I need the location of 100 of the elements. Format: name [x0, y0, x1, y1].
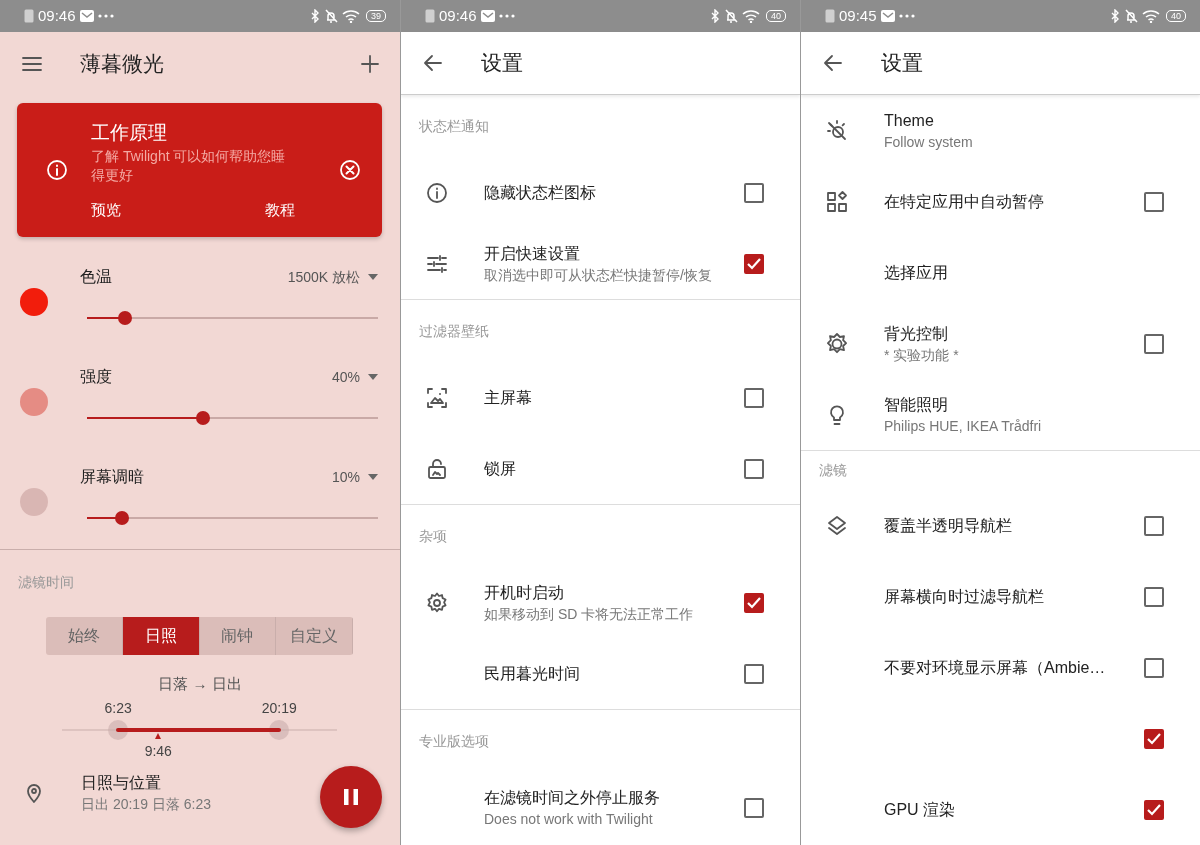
wifi-icon: [742, 9, 760, 23]
close-icon[interactable]: [338, 158, 362, 182]
checkbox[interactable]: [744, 253, 764, 274]
info-icon: [425, 181, 449, 206]
section-header: 杂项: [418, 526, 448, 546]
setting-description: Philips HUE, IKEA Trådfri: [884, 416, 1043, 436]
picture-frame-icon: [425, 386, 449, 411]
mail-icon: [880, 10, 895, 22]
setting-title: 主屏幕: [484, 387, 533, 408]
slider-thumb[interactable]: [114, 511, 129, 525]
mode-tab[interactable]: 闹钟: [199, 617, 277, 655]
value-dropdown[interactable]: 10%: [331, 466, 378, 488]
end-time: 20:19: [261, 698, 297, 718]
setting-title: 背光控制: [884, 323, 949, 344]
checkbox[interactable]: [744, 458, 764, 479]
battery-level: 40: [1166, 10, 1186, 22]
muted-bell-icon: [724, 9, 738, 23]
mode-tab[interactable]: 自定义: [276, 617, 353, 655]
caret-icon: [368, 374, 378, 380]
value-dropdown[interactable]: 40%: [331, 366, 378, 388]
setting-title: GPU 渲染: [884, 799, 957, 820]
slider-label: 强度: [80, 367, 112, 387]
setting-title: 不要对环境显示屏幕（Ambie…: [884, 657, 1107, 678]
caret-icon: [368, 274, 378, 280]
card-description: 了解 Twilight 可以如何帮助您睡得更好: [91, 147, 287, 185]
pause-icon: [344, 789, 358, 805]
slider-thumb[interactable]: [117, 311, 132, 325]
screen-title: 设置: [881, 50, 923, 77]
setting-description: 取消选中即可从状态栏快捷暂停/恢复: [484, 265, 713, 285]
location-subtitle: 日出 20:19 日落 6:23: [81, 794, 211, 814]
battery-level: 39: [366, 10, 386, 22]
card-title: 工作原理: [91, 120, 168, 145]
sim-card-icon: [425, 9, 435, 23]
setting-title: 锁屏: [484, 458, 517, 479]
mode-tab[interactable]: 始终: [46, 617, 123, 655]
caret-icon: [368, 474, 378, 480]
muted-bell-icon: [324, 9, 338, 23]
setting-title: 在特定应用中自动暂停: [884, 191, 1045, 212]
more-dots-icon: [97, 14, 114, 18]
dropdown-value: 40%: [331, 367, 360, 387]
setting-title: 民用暮光时间: [484, 663, 581, 684]
mode-tab[interactable]: 日照: [122, 617, 200, 655]
more-dots-icon: [898, 14, 915, 18]
checkbox[interactable]: [1144, 728, 1164, 749]
mail-icon: [480, 10, 495, 22]
checkbox[interactable]: [1144, 657, 1164, 678]
checkbox[interactable]: [1144, 586, 1164, 607]
location-title: 日照与位置: [81, 772, 162, 793]
current-time: 9:46: [144, 741, 172, 761]
checkbox[interactable]: [744, 797, 764, 818]
card-link[interactable]: 预览: [91, 199, 121, 222]
checkbox[interactable]: [1144, 799, 1164, 820]
checkbox[interactable]: [1144, 515, 1164, 536]
setting-title: 在滤镜时间之外停止服务: [484, 787, 661, 808]
checkbox[interactable]: [744, 182, 764, 203]
wifi-icon: [342, 9, 360, 23]
time-range: 日落 → 日出: [158, 674, 242, 694]
mail-icon: [79, 10, 94, 22]
setting-description: Follow system: [884, 132, 974, 152]
wifi-icon: [1142, 9, 1160, 23]
padlock-icon: [425, 457, 449, 482]
checkbox[interactable]: [744, 387, 764, 408]
pause-button[interactable]: [320, 766, 382, 828]
setting-description: Does not work with Twilight: [484, 809, 654, 829]
setting-title: 覆盖半透明导航栏: [884, 515, 1013, 536]
status-time: 09:45: [839, 5, 877, 26]
setting-title: 开启快速设置: [484, 243, 581, 264]
card-link[interactable]: 教程: [265, 199, 295, 222]
setting-title: 屏幕横向时过滤导航栏: [884, 586, 1045, 607]
muted-bell-icon: [1124, 9, 1138, 23]
setting-description: * 实验功能 *: [884, 345, 960, 365]
setting-title: 智能照明: [884, 394, 949, 415]
section-header: 专业版选项: [418, 731, 490, 751]
section-header: 滤镜时间: [17, 573, 75, 592]
bluetooth-icon: [1110, 9, 1120, 23]
section-header: 状态栏通知: [418, 116, 490, 136]
slider-label: 屏幕调暗: [80, 467, 144, 487]
checkbox[interactable]: [1144, 333, 1164, 354]
shapes-icon: [825, 190, 849, 215]
screen-title: 薄暮微光: [80, 50, 164, 77]
info-icon: [45, 158, 69, 182]
slider-thumb[interactable]: [196, 411, 211, 425]
checkbox[interactable]: [1144, 191, 1164, 212]
status-time: 09:46: [439, 5, 477, 26]
setting-title: Theme: [884, 110, 935, 131]
slider-label: 色温: [80, 267, 112, 287]
setting-description: 如果移动到 SD 卡将无法正常工作: [484, 604, 695, 624]
checkbox[interactable]: [744, 592, 764, 613]
setting-title: 开机时启动: [484, 582, 565, 603]
dropdown-value: 1500K 放松: [287, 267, 360, 287]
screen-title: 设置: [481, 50, 523, 77]
checkbox[interactable]: [744, 663, 764, 684]
setting-title: 选择应用: [884, 262, 949, 283]
more-dots-icon: [498, 14, 515, 18]
bluetooth-icon: [710, 9, 720, 23]
dropdown-value: 10%: [331, 467, 360, 487]
setting-title: 隐藏状态栏图标: [484, 182, 597, 203]
start-time: 6:23: [104, 698, 132, 718]
value-dropdown[interactable]: 1500K 放松: [287, 266, 378, 288]
bluetooth-icon: [310, 9, 320, 23]
